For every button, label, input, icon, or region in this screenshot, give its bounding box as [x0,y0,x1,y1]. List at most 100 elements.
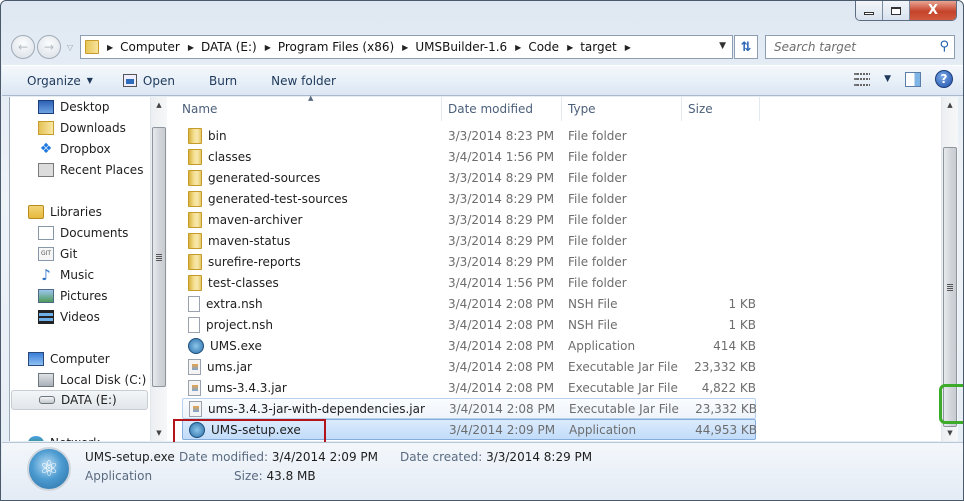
scroll-down-arrow-icon[interactable]: ▼ [942,425,958,441]
change-view-icon[interactable] [854,72,871,86]
file-name: generated-test-sources [182,188,440,209]
sidebar-item-dropbox[interactable]: ❖ Dropbox [38,139,111,159]
file-icon [188,316,200,333]
jar-file-icon [189,400,202,417]
file-date-modified: 3/4/2014 2:08 PM [448,359,555,374]
drive-icon [39,396,55,404]
desktop-icon [38,100,54,114]
minimize-icon [864,12,874,15]
sidebar-item-desktop[interactable]: Desktop [38,97,110,117]
sidebar-item-data-e[interactable]: DATA (E:) [11,390,148,410]
sidebar-item-local-disk-c[interactable]: Local Disk (C:) [38,370,146,390]
address-bar[interactable]: ▶ Computer ▶ DATA (E:) ▶ Program Files (x86) ▶… [80,35,733,59]
application-icon [188,337,204,354]
scroll-down-arrow-icon[interactable]: ▼ [151,425,167,441]
sidebar-item-git[interactable]: GIT Git [38,244,77,264]
file-date-modified: 3/3/2014 8:29 PM [448,191,555,206]
file-type: Application [569,422,637,437]
refresh-button[interactable]: ⇅ [734,35,758,59]
file-name: bin [182,125,440,146]
details-pane: ⚛ UMS-setup.exe Application Date modifie… [2,442,963,500]
dropbox-icon: ❖ [39,141,53,157]
file-row[interactable]: ums-3.4.3-jar-with-dependencies.jar 3/4/2… [182,398,757,419]
organize-button[interactable]: Organize ▼ [19,69,101,93]
file-icon [188,295,200,312]
folder-icon [188,211,202,228]
sidebar-item-documents[interactable]: Documents [38,223,128,243]
sidebar-item-computer[interactable]: Computer [28,349,110,369]
breadcrumb-separator-icon[interactable]: ▶ [188,43,194,52]
sidebar-item-downloads[interactable]: Downloads [38,118,126,138]
file-date-modified: 3/3/2014 8:29 PM [448,254,555,269]
file-date-modified: 3/3/2014 8:29 PM [448,212,555,227]
breadcrumb-item[interactable]: DATA (E:) [201,40,257,54]
back-button[interactable]: ← [11,35,35,59]
column-header-name[interactable]: Name [176,97,442,121]
scroll-up-arrow-icon[interactable]: ▲ [151,97,167,113]
sidebar-item-recent-places[interactable]: Recent Places [38,160,143,180]
folder-icon [85,40,99,54]
chevron-down-icon: ▼ [86,76,93,85]
file-size: 44,953 KB [695,422,757,437]
minimize-button[interactable] [856,1,883,20]
sidebar-item-network[interactable]: Network [28,433,100,441]
address-history-dropdown[interactable]: ▼ [719,41,726,51]
breadcrumb-separator-icon[interactable]: ▶ [402,43,408,52]
file-size: 23,332 KB [694,359,756,374]
local-disk-icon [38,373,54,387]
file-type: File folder [568,170,627,185]
sidebar-item-videos[interactable]: Videos [38,307,100,327]
preview-pane-icon[interactable] [905,71,921,87]
file-type: NSH File [568,317,618,332]
column-header-size[interactable]: Size [682,97,760,121]
title-bar: X [1,1,963,31]
folder-icon [188,169,202,186]
sidebar-item-pictures[interactable]: Pictures [38,286,108,306]
sidebar-item-music[interactable]: ♪ Music [38,265,94,285]
breadcrumb-separator-icon[interactable]: ▶ [107,43,113,52]
breadcrumb-separator-icon[interactable]: ▶ [265,43,271,52]
file-list: ▲ Name Date modified Type Size bin 3/3/20… [176,94,941,441]
open-button[interactable]: Open [115,69,183,93]
navigation-pane-scrollbar[interactable]: ▲ ▼ [150,97,167,441]
column-header-type[interactable]: Type [562,97,682,121]
search-icon[interactable]: ⚲ [939,39,949,54]
breadcrumb-item[interactable]: UMSBuilder-1.6 [415,40,507,54]
scroll-up-arrow-icon[interactable]: ▲ [942,97,958,113]
jar-file-icon [188,358,201,375]
downloads-folder-icon [38,121,54,135]
file-type: Application [568,338,636,353]
scrollbar-thumb[interactable] [152,127,166,387]
close-button[interactable]: X [910,1,956,20]
view-options-dropdown[interactable]: ▼ [884,74,891,84]
breadcrumb-separator-icon[interactable]: ▶ [567,43,573,52]
breadcrumb-separator-icon[interactable]: ▶ [515,43,521,52]
column-header-date-modified[interactable]: Date modified [442,97,562,121]
search-input[interactable] [774,40,924,54]
breadcrumb-item[interactable]: Computer [120,40,180,54]
recent-pages-dropdown[interactable]: ▽ [67,43,73,52]
forward-button[interactable]: → [37,35,61,59]
help-icon[interactable]: ? [935,70,953,88]
new-folder-button[interactable]: New folder [263,69,344,93]
file-date-modified: 3/4/2014 2:08 PM [448,380,555,395]
libraries-icon [28,205,44,219]
breadcrumb-separator-icon[interactable]: ▶ [625,43,631,52]
application-icon [122,74,137,87]
sidebar-item-libraries[interactable]: Libraries [28,202,102,222]
burn-button[interactable]: Burn [201,69,245,93]
details-date-modified: Date modified: 3/4/2014 2:09 PM [179,450,378,464]
breadcrumb-item[interactable]: Program Files (x86) [278,40,394,54]
search-box[interactable]: ⚲ [765,35,955,59]
breadcrumb-item[interactable]: target [580,40,617,54]
file-name: extra.nsh [182,293,440,314]
file-type: File folder [568,254,627,269]
file-size: 1 KB [728,317,756,332]
breadcrumb-item[interactable]: Code [528,40,559,54]
burn-label: Burn [208,73,238,88]
content-area: Desktop Downloads ❖ Dropbox Recent Places… [9,94,958,441]
command-bar: Organize ▼ Open Burn New folder ▼ ? [2,65,963,96]
folder-icon [188,190,202,207]
file-type: File folder [568,233,627,248]
maximize-button[interactable] [883,1,910,20]
